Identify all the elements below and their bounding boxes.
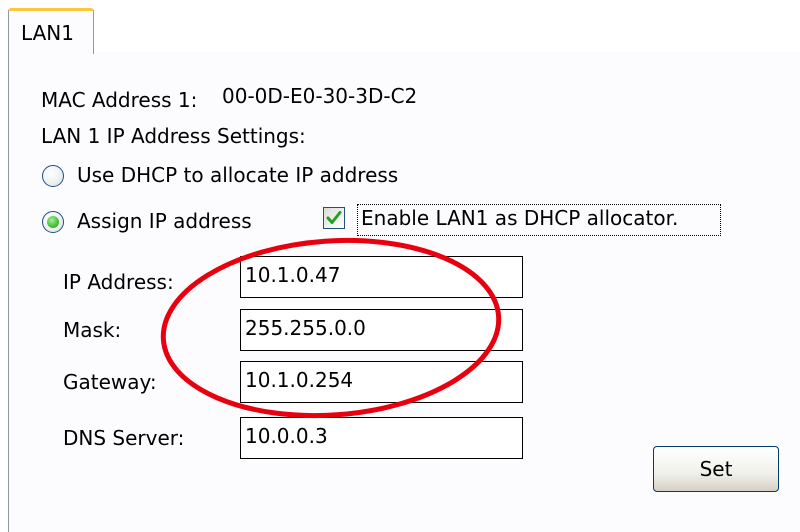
assign-ip-radio[interactable] bbox=[42, 211, 64, 233]
ip-address-field[interactable]: 10.1.0.47 bbox=[240, 256, 523, 298]
dhcp-radio-label[interactable]: Use DHCP to allocate IP address bbox=[77, 163, 398, 187]
mac-address-value: 00-0D-E0-30-3D-C2 bbox=[222, 84, 418, 108]
checkmark-icon bbox=[326, 211, 342, 224]
mask-field[interactable]: 255.255.0.0 bbox=[240, 309, 523, 351]
lan-settings-window: LAN1 MAC Address 1: 00-0D-E0-30-3D-C2 LA… bbox=[0, 0, 800, 532]
tab-lan1-label: LAN1 bbox=[21, 21, 74, 45]
dns-server-field[interactable]: 10.0.0.3 bbox=[240, 417, 523, 459]
dns-server-label: DNS Server: bbox=[63, 426, 185, 450]
radio-selected-dot bbox=[47, 216, 59, 228]
dhcp-radio[interactable] bbox=[42, 165, 64, 187]
ip-address-label: IP Address: bbox=[63, 270, 174, 294]
enable-dhcp-allocator-label[interactable]: Enable LAN1 as DHCP allocator. bbox=[361, 206, 678, 230]
mask-label: Mask: bbox=[63, 318, 122, 342]
gateway-label: Gateway: bbox=[63, 370, 157, 394]
ip-settings-heading: LAN 1 IP Address Settings: bbox=[41, 124, 306, 148]
mac-address-label: MAC Address 1: bbox=[41, 88, 198, 112]
assign-ip-radio-label[interactable]: Assign IP address bbox=[77, 209, 252, 233]
gateway-field[interactable]: 10.1.0.254 bbox=[240, 361, 523, 403]
set-button[interactable]: Set bbox=[653, 446, 779, 492]
tab-lan1[interactable]: LAN1 bbox=[8, 8, 94, 54]
enable-dhcp-allocator-checkbox[interactable] bbox=[323, 207, 345, 229]
